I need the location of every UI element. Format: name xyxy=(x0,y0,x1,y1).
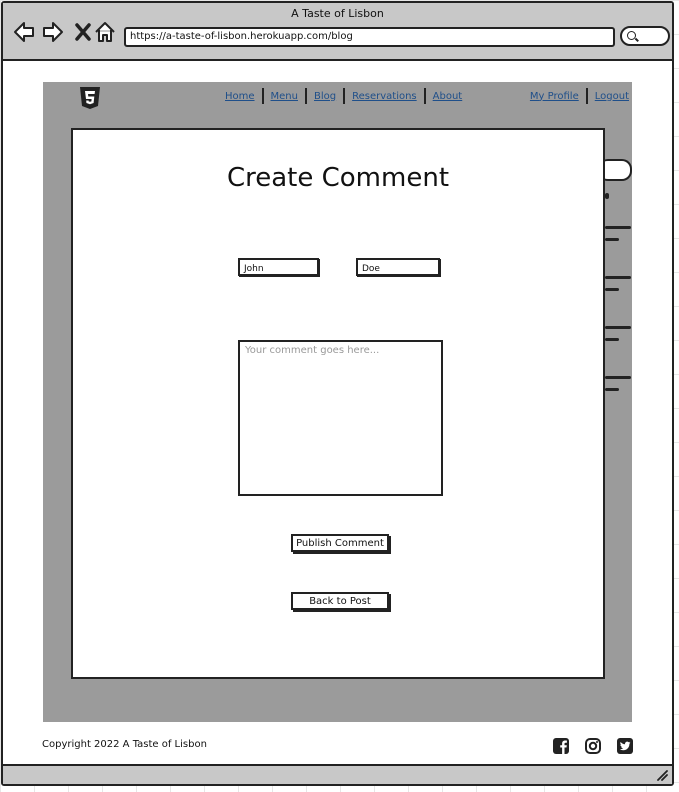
last-name-field[interactable]: Doe xyxy=(356,258,440,276)
nav-link-home[interactable]: Home xyxy=(218,91,262,102)
browser-titlebar: A Taste of Lisbon https://a-taste-of-lis… xyxy=(3,3,672,61)
back-arrow-icon[interactable] xyxy=(12,19,36,45)
html5-logo-icon[interactable] xyxy=(79,86,101,110)
instagram-icon[interactable] xyxy=(584,737,602,755)
nav-link-menu[interactable]: Menu xyxy=(264,91,305,102)
background-scribble xyxy=(605,238,619,241)
nav-link-about[interactable]: About xyxy=(426,91,470,102)
main-nav: Home Menu Blog Reservations About xyxy=(218,88,469,104)
page-content-area: Home Menu Blog Reservations About My Pro… xyxy=(43,82,632,722)
forward-arrow-icon[interactable] xyxy=(41,19,65,45)
browser-statusbar xyxy=(3,764,672,784)
background-scribble xyxy=(605,276,631,279)
footer-copyright: Copyright 2022 A Taste of Lisbon xyxy=(42,739,207,750)
close-x-icon[interactable] xyxy=(71,19,95,45)
browser-window: A Taste of Lisbon https://a-taste-of-lis… xyxy=(1,1,674,786)
background-scribble xyxy=(605,288,619,291)
twitter-icon[interactable] xyxy=(616,737,634,755)
background-scribble xyxy=(605,226,631,229)
nav-link-logout[interactable]: Logout xyxy=(588,91,636,102)
facebook-icon[interactable] xyxy=(552,737,570,755)
search-icon xyxy=(627,31,636,40)
nav-link-reservations[interactable]: Reservations xyxy=(345,91,424,102)
nav-link-blog[interactable]: Blog xyxy=(307,91,343,102)
back-to-post-button[interactable]: Back to Post xyxy=(291,592,389,610)
url-bar[interactable]: https://a-taste-of-lisbon.herokuapp.com/… xyxy=(124,27,615,47)
comment-textarea[interactable]: Your comment goes here... xyxy=(238,340,443,496)
user-nav: My Profile Logout xyxy=(523,88,636,104)
create-comment-card: Create Comment John Doe Your comment goe… xyxy=(71,128,605,679)
page-title: Create Comment xyxy=(226,163,450,193)
browser-search-box[interactable] xyxy=(620,26,670,46)
background-scribble xyxy=(605,193,609,199)
resize-grip-icon[interactable] xyxy=(656,769,668,781)
home-icon[interactable] xyxy=(93,19,117,45)
background-scribble xyxy=(605,376,631,379)
background-scribble xyxy=(605,388,619,391)
background-scribble xyxy=(605,326,631,329)
first-name-field[interactable]: John xyxy=(238,258,319,276)
background-scribble xyxy=(605,338,619,341)
publish-comment-button[interactable]: Publish Comment xyxy=(291,534,389,552)
nav-link-my-profile[interactable]: My Profile xyxy=(523,91,586,102)
